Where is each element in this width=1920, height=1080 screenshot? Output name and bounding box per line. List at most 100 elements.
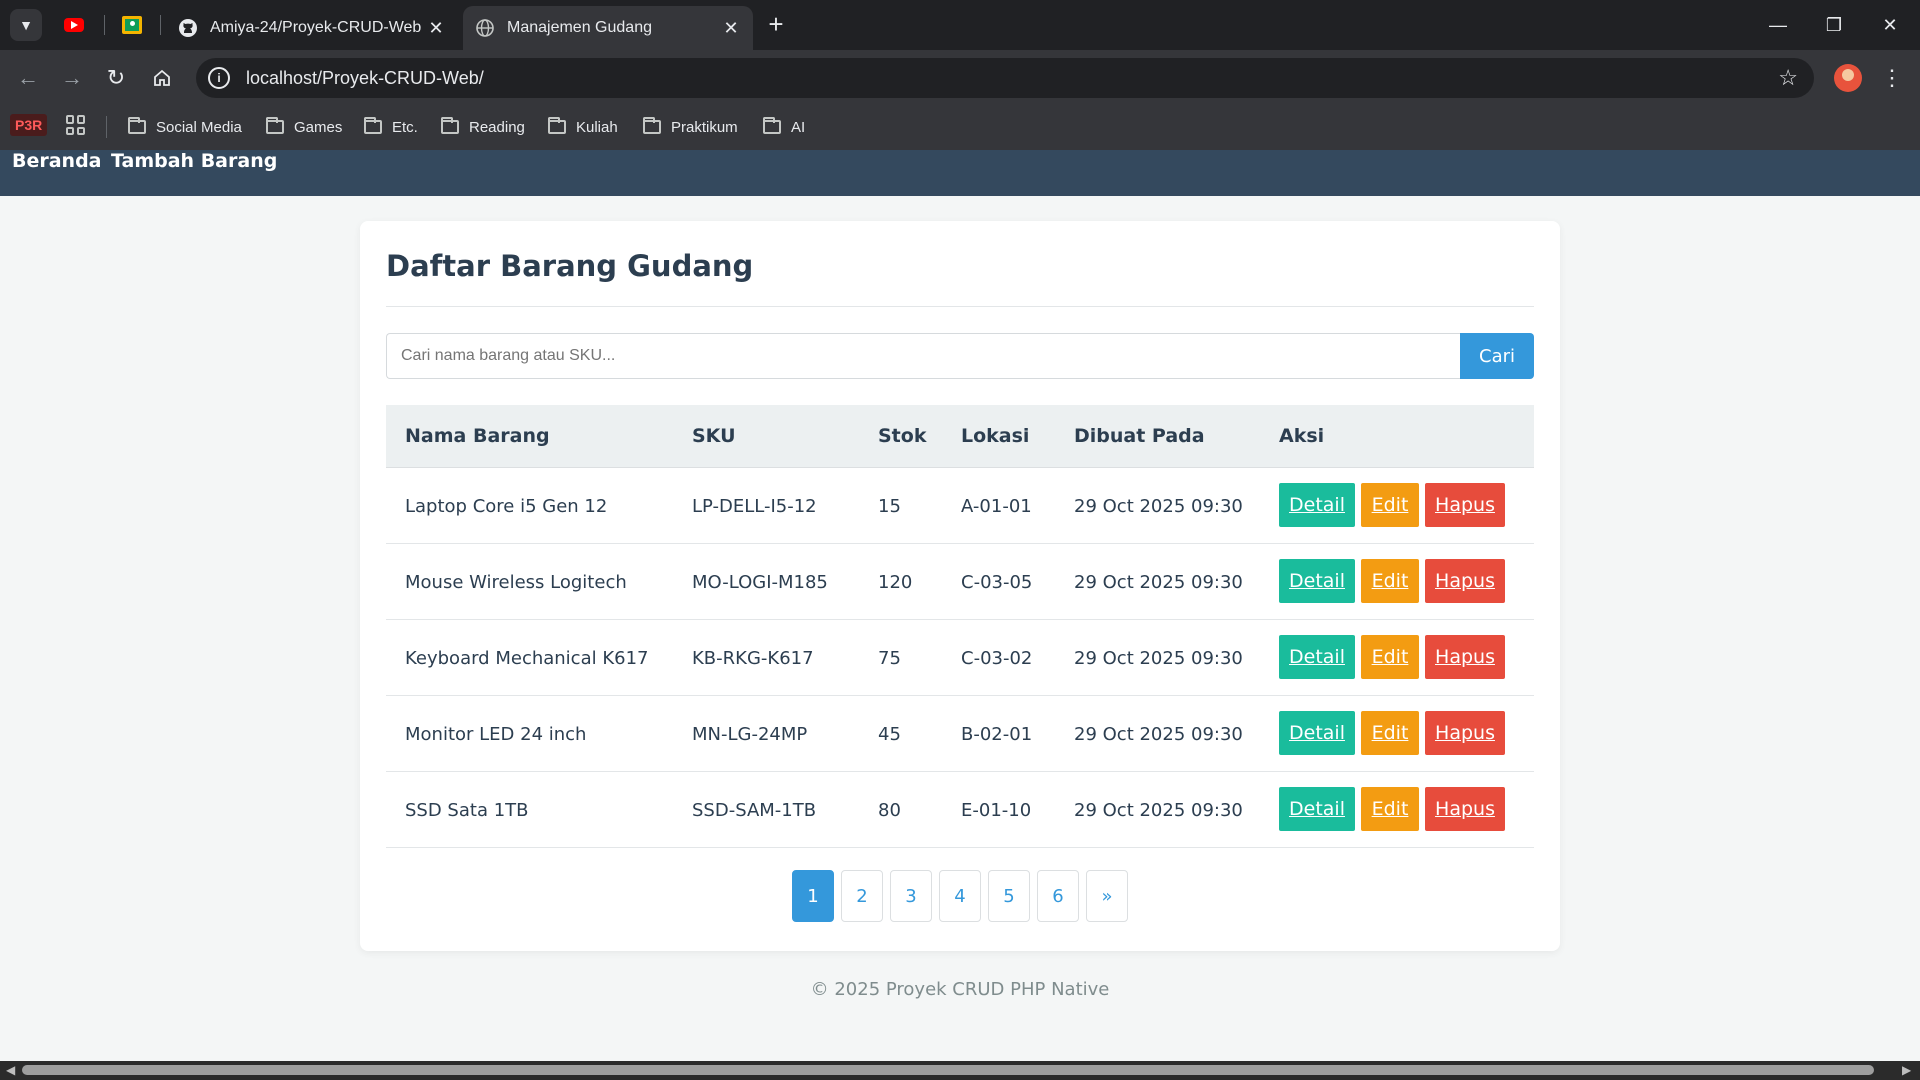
apps-grid-icon[interactable]: [66, 115, 86, 135]
close-icon[interactable]: ✕: [721, 18, 741, 39]
edit-button[interactable]: Edit: [1361, 635, 1419, 679]
hapus-button[interactable]: Hapus: [1425, 711, 1505, 755]
page-link-1[interactable]: 1: [792, 870, 834, 922]
cell-stok: 80: [878, 800, 901, 821]
tab-search-button[interactable]: ▼: [10, 9, 42, 41]
home-button[interactable]: [146, 62, 178, 94]
profile-avatar[interactable]: [1834, 64, 1862, 92]
bookmark-p3r[interactable]: P3R: [10, 114, 48, 136]
cell-dibuat-pada: 29 Oct 2025 09:30: [1074, 648, 1243, 669]
minimize-icon: —: [1769, 14, 1787, 35]
hapus-button[interactable]: Hapus: [1425, 635, 1505, 679]
search-input[interactable]: [386, 333, 1460, 379]
cell-sku: SSD-SAM-1TB: [692, 800, 817, 821]
back-button[interactable]: ←: [12, 62, 44, 94]
edit-button[interactable]: Edit: [1361, 559, 1419, 603]
page-link-3[interactable]: 3: [890, 870, 932, 922]
footer-text: © 2025 Proyek CRUD PHP Native: [810, 979, 1110, 1000]
detail-button[interactable]: Detail: [1279, 787, 1355, 831]
cell-nama-barang: Keyboard Mechanical K617: [405, 648, 649, 669]
cell-sku: KB-RKG-K617: [692, 648, 814, 669]
detail-button[interactable]: Detail: [1279, 711, 1355, 755]
close-icon: ✕: [1882, 14, 1898, 35]
column-header-sku: SKU: [692, 425, 736, 447]
bookmark-folder-praktikum[interactable]: Praktikum: [643, 114, 738, 140]
pinned-tab-youtube[interactable]: [62, 13, 86, 37]
youtube-icon: [64, 18, 84, 32]
edit-button[interactable]: Edit: [1361, 787, 1419, 831]
cell-nama-barang: Mouse Wireless Logitech: [405, 572, 627, 593]
bookmark-folder-ai[interactable]: AI: [763, 114, 805, 140]
folder-icon: [763, 117, 781, 134]
cell-dibuat-pada: 29 Oct 2025 09:30: [1074, 724, 1243, 745]
new-tab-button[interactable]: +: [762, 11, 790, 39]
tab-title: Amiya-24/Proyek-CRUD-Web: [210, 19, 422, 36]
pinned-tab-classroom[interactable]: [120, 13, 144, 37]
tab-github[interactable]: Amiya-24/Proyek-CRUD-Web ✕: [166, 6, 458, 50]
bookmark-folder-social-media[interactable]: Social Media: [128, 114, 242, 140]
table-row: Keyboard Mechanical K617 KB-RKG-K617 75 …: [386, 620, 1534, 696]
forward-button[interactable]: →: [56, 62, 88, 94]
browser-tabstrip: ▼ Amiya-24/Proyek-CRUD-Web ✕ Manajemen G…: [0, 0, 1920, 50]
close-icon[interactable]: ✕: [426, 18, 446, 39]
edit-button[interactable]: Edit: [1361, 483, 1419, 527]
bookmark-folder-kuliah[interactable]: Kuliah: [548, 114, 618, 140]
cell-lokasi: B-02-01: [961, 724, 1033, 745]
chevron-down-icon: ▼: [19, 17, 33, 33]
url-text: localhost/Proyek-CRUD-Web/: [246, 67, 484, 88]
bookmark-folder-reading[interactable]: Reading: [441, 114, 525, 140]
table-header: Nama Barang SKU Stok Lokasi Dibuat Pada …: [386, 405, 1534, 468]
horizontal-scrollbar[interactable]: ◀ ▶: [0, 1061, 1920, 1080]
menu-kebab-icon[interactable]: ⋮: [1880, 62, 1904, 94]
page-link-5[interactable]: 5: [988, 870, 1030, 922]
tab-manajemen-gudang[interactable]: Manajemen Gudang ✕: [463, 6, 753, 50]
nav-link-beranda[interactable]: Beranda: [12, 150, 102, 172]
folder-icon: [643, 117, 661, 134]
detail-button[interactable]: Detail: [1279, 559, 1355, 603]
table-row: Monitor LED 24 inch MN-LG-24MP 45 B-02-0…: [386, 696, 1534, 772]
cell-sku: LP-DELL-I5-12: [692, 496, 817, 517]
items-table: Nama Barang SKU Stok Lokasi Dibuat Pada …: [386, 405, 1534, 848]
page-link-4[interactable]: 4: [939, 870, 981, 922]
scrollbar-thumb[interactable]: [22, 1065, 1874, 1075]
column-header-stok: Stok: [878, 425, 927, 447]
page-link-6[interactable]: 6: [1037, 870, 1079, 922]
folder-icon: [548, 117, 566, 134]
cell-dibuat-pada: 29 Oct 2025 09:30: [1074, 572, 1243, 593]
tab-divider: [104, 15, 105, 35]
detail-button[interactable]: Detail: [1279, 483, 1355, 527]
home-icon: [154, 69, 170, 86]
scroll-right-icon[interactable]: ▶: [1902, 1063, 1911, 1077]
bookmark-divider: [106, 116, 107, 138]
hapus-button[interactable]: Hapus: [1425, 559, 1505, 603]
reload-button[interactable]: ↻: [100, 62, 132, 94]
arrow-left-icon: ←: [17, 65, 39, 90]
page-link-next[interactable]: »: [1086, 870, 1128, 922]
hapus-button[interactable]: Hapus: [1425, 483, 1505, 527]
globe-icon: [475, 18, 495, 38]
folder-icon: [441, 117, 459, 134]
cell-nama-barang: Laptop Core i5 Gen 12: [405, 496, 608, 517]
arrow-right-icon: →: [61, 65, 83, 90]
search-button[interactable]: Cari: [1460, 333, 1534, 379]
reload-icon: ↻: [106, 65, 126, 90]
restore-button[interactable]: ❐: [1808, 8, 1860, 42]
address-bar[interactable]: i localhost/Proyek-CRUD-Web/ ☆: [196, 58, 1814, 98]
edit-button[interactable]: Edit: [1361, 711, 1419, 755]
cell-dibuat-pada: 29 Oct 2025 09:30: [1074, 800, 1243, 821]
close-window-button[interactable]: ✕: [1864, 8, 1916, 42]
github-icon: [178, 18, 198, 38]
page-link-2[interactable]: 2: [841, 870, 883, 922]
bookmark-folder-games[interactable]: Games: [266, 114, 342, 140]
detail-button[interactable]: Detail: [1279, 635, 1355, 679]
scroll-left-icon[interactable]: ◀: [6, 1063, 15, 1077]
cell-stok: 45: [878, 724, 901, 745]
nav-link-tambah-barang[interactable]: Tambah Barang: [111, 150, 277, 172]
bookmark-folder-etc[interactable]: Etc.: [364, 114, 418, 140]
column-header-lokasi: Lokasi: [961, 425, 1030, 447]
bookmark-star-icon[interactable]: ☆: [1778, 65, 1798, 91]
hapus-button[interactable]: Hapus: [1425, 787, 1505, 831]
info-icon[interactable]: i: [208, 67, 230, 89]
minimize-button[interactable]: —: [1752, 8, 1804, 42]
page-title: Daftar Barang Gudang: [386, 249, 754, 283]
